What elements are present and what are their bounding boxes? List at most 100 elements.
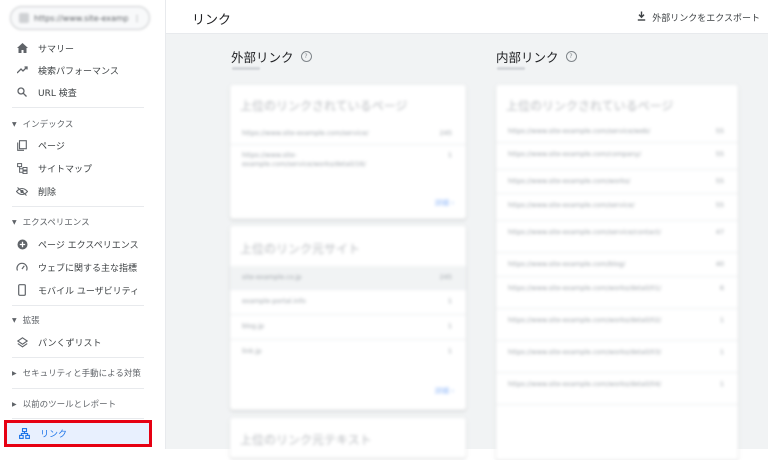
row-count: 6	[719, 284, 724, 292]
pages-icon	[16, 139, 28, 151]
table-row[interactable]: https://www.site-example.com/works/detai…	[496, 276, 738, 309]
more-label: 詳細	[434, 199, 449, 207]
table-row[interactable]: https://www.site-example.com/blog/40	[496, 252, 738, 277]
site-favicon-icon	[19, 13, 29, 23]
home-icon	[16, 43, 28, 53]
row-url: site-example.co.jp	[242, 273, 302, 281]
card-title: 上位のリンク元サイト	[240, 242, 361, 256]
section-label: インデックス	[22, 120, 74, 130]
sidebar-item-mobile-usability[interactable]: モバイル ユーザビリティ	[0, 279, 152, 301]
sidebar-divider	[12, 206, 144, 207]
chevron-right-icon: ›	[451, 199, 454, 207]
table-row[interactable]: link.jp 1	[230, 339, 466, 364]
external-links-subtitle	[232, 67, 260, 70]
sidebar-item-pages[interactable]: ページ	[0, 134, 152, 156]
external-top-text-card: 上位のリンク元テキスト	[230, 418, 466, 458]
row-count: 55	[715, 201, 724, 209]
page-header: リンク 外部リンクをエクスポート	[166, 0, 768, 34]
property-selector[interactable]: https://www.site-example.com/ ⋮	[10, 6, 150, 30]
help-icon[interactable]: ?	[300, 51, 312, 62]
sidebar-item-core-web-vitals[interactable]: ウェブに関する主な指標	[0, 256, 152, 278]
expand-arrow-icon: ▶	[12, 369, 17, 377]
section-enhancements[interactable]: ▼ 拡張	[0, 311, 152, 329]
table-row[interactable]: site-example.co.jp 245	[230, 266, 466, 290]
section-security[interactable]: ▶ セキュリティと手動による対策	[0, 364, 152, 382]
table-row[interactable]: https://www.site-example.com/service/55	[496, 193, 738, 221]
sitemap-icon	[16, 162, 28, 174]
export-external-links-button[interactable]: 外部リンクをエクスポート	[637, 11, 760, 24]
sidebar-item-sitemaps[interactable]: サイトマップ	[0, 157, 152, 179]
more-details-link[interactable]: 詳細 ›	[435, 386, 454, 396]
row-url: https://www.site-example.com/works/	[508, 177, 631, 185]
internal-links-subtitle	[497, 67, 525, 70]
card-title: 上位のリンクされているページ	[240, 99, 408, 113]
internal-links-heading: 内部リンク ?	[496, 47, 577, 66]
row-url: https://www.site-example.com/works/detai…	[508, 348, 662, 356]
table-row[interactable]: https://www.site-example.com/works/detai…	[496, 340, 738, 373]
row-url: https://www.site-example.com/works/detai…	[508, 316, 662, 324]
row-url: blog.jp	[242, 322, 265, 330]
sidebar-divider	[12, 305, 144, 306]
collapse-arrow-icon: ▼	[12, 316, 17, 324]
more-vert-icon[interactable]: ⋮	[133, 14, 141, 23]
row-count: 245	[439, 129, 452, 137]
table-row[interactable]: https://www.site-example.com/service/wor…	[230, 144, 466, 176]
external-links-title: 外部リンク	[231, 50, 294, 65]
table-row[interactable]: https://www.site-example.com/service/con…	[496, 220, 738, 253]
row-url: https://www.site-example.com/works/detai…	[508, 380, 662, 388]
row-count: 1	[447, 151, 452, 159]
sidebar-item-label: ウェブに関する主な指標	[38, 263, 138, 274]
row-count: 1	[447, 347, 452, 355]
sidebar-item-breadcrumbs[interactable]: パンくずリスト	[0, 331, 152, 353]
external-links-heading: 外部リンク ?	[231, 47, 312, 66]
row-url: https://www.site-example.com/service/web…	[508, 127, 651, 135]
table-row[interactable]: https://www.site-example.com/service/ 24…	[230, 122, 466, 145]
sidebar-item-page-experience[interactable]: ページ エクスペリエンス	[0, 233, 152, 255]
row-count: 1	[719, 380, 724, 388]
section-legacy[interactable]: ▶ 以前のツールとレポート	[0, 395, 152, 413]
main-content: 外部リンク ? 上位のリンクされているページ https://www.site-…	[166, 34, 768, 460]
section-experience[interactable]: ▼ エクスペリエンス	[0, 213, 152, 231]
more-details-link[interactable]: 詳細 ›	[435, 198, 454, 208]
chevron-right-icon: ›	[451, 387, 454, 395]
table-row[interactable]: https://www.site-example.com/works/55	[496, 169, 738, 194]
row-count: 1	[447, 322, 452, 330]
table-row[interactable]: https://www.site-example.com/works/detai…	[496, 372, 738, 405]
row-count: 245	[439, 273, 452, 281]
row-url: example-portal.info	[242, 297, 306, 305]
help-icon[interactable]: ?	[565, 51, 577, 62]
smartphone-icon	[16, 284, 28, 296]
sidebar-item-label: ページ エクスペリエンス	[38, 240, 139, 251]
sidebar-item-label: 削除	[38, 187, 57, 198]
sidebar-item-removals[interactable]: 削除	[0, 180, 152, 202]
sidebar-item-links[interactable]: リンク	[4, 420, 152, 447]
table-row[interactable]: https://www.site-example.com/service/web…	[496, 119, 738, 143]
external-top-sites-card: 上位のリンク元サイト site-example.co.jp 245 exampl…	[230, 226, 466, 410]
section-label: 拡張	[22, 316, 40, 326]
internal-links-title: 内部リンク	[496, 50, 559, 65]
sitemap-tree-icon	[18, 428, 30, 439]
section-label: セキュリティと手動による対策	[22, 369, 141, 379]
row-url: https://www.site-example.com/service/wor…	[242, 151, 366, 168]
sidebar-item-label: ページ	[38, 141, 65, 152]
table-row[interactable]: example-portal.info 1	[230, 289, 466, 315]
row-count: 1	[719, 348, 724, 356]
download-icon	[637, 11, 646, 24]
table-row[interactable]: https://www.site-example.com/works/detai…	[496, 308, 738, 341]
row-url: https://www.site-example.com/service/con…	[508, 228, 661, 236]
property-url: https://www.site-example.com/	[34, 13, 128, 23]
row-url: link.jp	[242, 347, 262, 355]
sidebar-divider	[12, 388, 144, 389]
sidebar-item-url-inspection[interactable]: URL 検査	[0, 81, 152, 103]
sidebar-item-performance[interactable]: 検索パフォーマンス	[0, 59, 152, 81]
card-title: 上位のリンク元テキスト	[240, 433, 372, 447]
section-index[interactable]: ▼ インデックス	[0, 115, 152, 133]
add-circle-icon	[16, 239, 28, 250]
row-url: https://www.site-example.com/company/	[508, 150, 642, 158]
sidebar-item-label: URL 検査	[38, 88, 77, 99]
table-row[interactable]: https://www.site-example.com/company/55	[496, 142, 738, 170]
export-label: 外部リンクをエクスポート	[652, 14, 760, 24]
sidebar-item-summary[interactable]: サマリー	[0, 37, 152, 59]
table-row[interactable]: blog.jp 1	[230, 314, 466, 340]
external-top-pages-card: 上位のリンクされているページ https://www.site-example.…	[230, 85, 466, 219]
